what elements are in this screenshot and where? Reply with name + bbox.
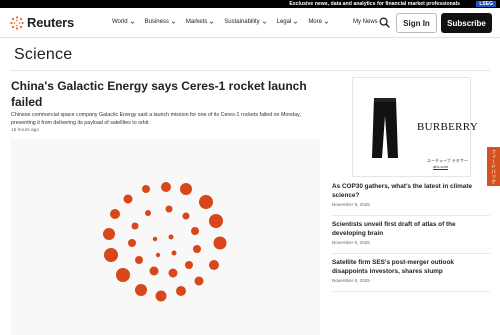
logo-text: Reuters [27,15,75,30]
story-title[interactable]: Satellite firm SES's post-merger outlook… [332,257,490,276]
promo-bar: Exclusive news, data and analytics for f… [0,0,500,8]
related-stories: As COP30 gathers, what's the latest in c… [332,181,490,295]
galactic-energy-logo-image [103,182,227,302]
nav-label: More [308,19,322,25]
list-item[interactable]: As COP30 gathers, what's the latest in c… [332,181,490,216]
promo-text[interactable]: Exclusive news, data and analytics for f… [289,0,460,8]
ad-link[interactable]: abc.com [433,164,448,169]
advertisement[interactable]: BURBERRY ユーチューブ テキサー abc.com [352,77,478,177]
story-date: November 9, 2025 [332,202,370,207]
ad-brand: BURBERRY [417,121,479,133]
search-icon[interactable] [379,17,390,28]
nav-label: Legal [276,19,292,25]
site-header: Reuters World Business Markets Sustainab… [0,8,500,38]
page-title: Science [14,46,73,63]
divider [10,70,490,71]
sign-in-button[interactable]: Sign In [396,13,437,33]
nav-label: Business [144,19,169,25]
chevron-down-icon [262,21,266,24]
chevron-down-icon [130,21,134,24]
nav-legal[interactable]: Legal [277,19,299,25]
nav-markets[interactable]: Markets [186,19,214,25]
chevron-down-icon [171,21,176,24]
reuters-logo[interactable]: Reuters [10,15,74,30]
nav-label: World [112,19,128,25]
nav-label: Sustainability [224,19,260,25]
story-title[interactable]: Scientists unveil first draft of atlas o… [332,219,490,238]
main-nav: World Business Markets Sustainability Le… [112,19,329,25]
lseg-badge[interactable]: LSEG [476,1,496,7]
chevron-down-icon [294,21,298,24]
chevron-down-icon [210,21,214,24]
article-headline[interactable]: China's Galactic Energy says Ceres-1 roc… [11,78,321,110]
subscribe-button[interactable]: Subscribe [441,13,492,33]
list-item[interactable]: Scientists unveil first draft of atlas o… [332,219,490,254]
list-item[interactable]: Satellite firm SES's post-merger outlook… [332,257,490,292]
article-timestamp: 15 hours ago [11,128,40,133]
story-date: November 6, 2025 [332,278,370,283]
story-date: November 6, 2025 [332,240,370,245]
nav-world[interactable]: World [112,19,135,25]
my-news-link[interactable]: My News [353,19,378,25]
nav-business[interactable]: Business [145,19,176,25]
story-title[interactable]: As COP30 gathers, what's the latest in c… [332,181,490,200]
trousers-image [372,98,398,158]
nav-sustainability[interactable]: Sustainability [224,19,266,25]
nav-more[interactable]: More [308,19,329,25]
chevron-down-icon [324,21,329,24]
article-image[interactable] [11,139,320,335]
nav-label: Markets [185,19,208,25]
article-summary: Chinese commercial space company Galacti… [11,112,301,126]
reuters-logo-icon [10,15,24,30]
